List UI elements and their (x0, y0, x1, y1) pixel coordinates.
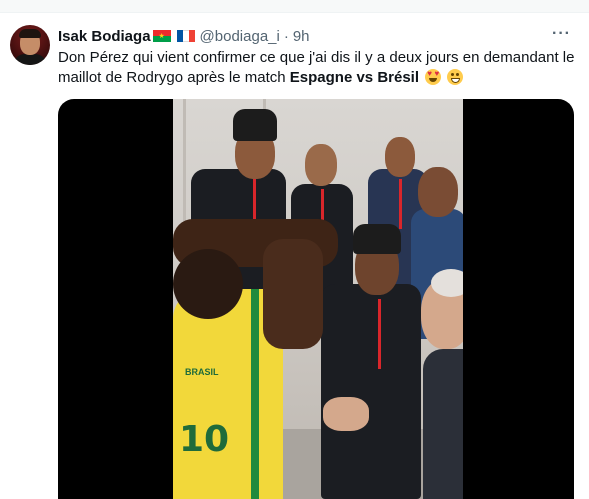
grinning-face-emoji-icon (447, 69, 464, 85)
more-options-icon[interactable]: ··· (552, 25, 571, 43)
author-name[interactable]: Isak Bodiaga (58, 28, 151, 45)
tweet-text: Don Pérez qui vient confirmer ce que j'a… (58, 48, 578, 88)
tweet-text-bold: Espagne vs Brésil (289, 69, 420, 86)
separator-dot: · (283, 27, 289, 45)
tweet-timestamp[interactable]: 9h (293, 28, 310, 45)
video-frame[interactable]: BRASIL 10 (173, 99, 463, 499)
author-handle[interactable]: @bodiaga_i (200, 28, 280, 45)
france-flag-icon (176, 30, 195, 42)
jersey-number: 10 (179, 419, 230, 460)
video-player[interactable]: BRASIL 10 (58, 99, 574, 499)
jersey-badge: BRASIL (185, 367, 219, 377)
burkina-faso-flag-icon: ★ (152, 30, 171, 42)
heart-eyes-emoji-icon (425, 69, 442, 85)
avatar[interactable] (10, 25, 50, 65)
timeline-divider (0, 0, 589, 13)
tweet[interactable]: Isak Bodiaga ★ @bodiaga_i · 9h ··· Don P… (0, 13, 589, 499)
tweet-header: Isak Bodiaga ★ @bodiaga_i · 9h (58, 26, 310, 46)
